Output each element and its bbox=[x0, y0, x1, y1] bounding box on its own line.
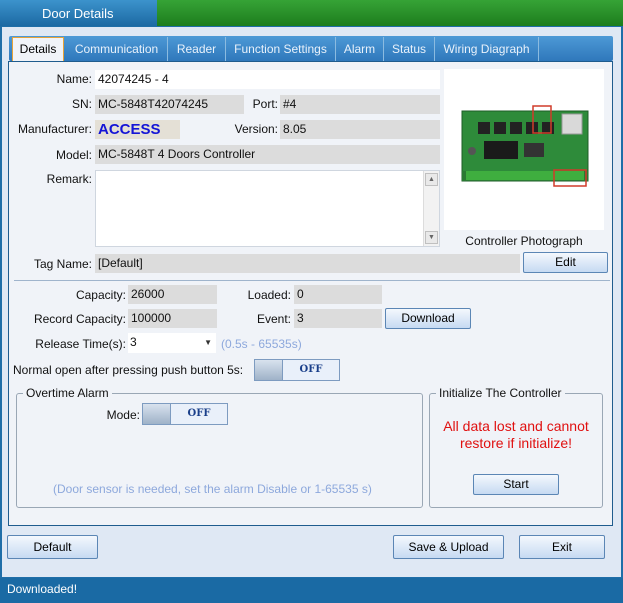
initialize-title: Initialize The Controller bbox=[436, 386, 565, 400]
record-capacity-label: Record Capacity: bbox=[33, 312, 126, 326]
port-label: Port: bbox=[252, 97, 278, 111]
sn-field: MC-5848T42074245 bbox=[95, 95, 244, 114]
version-label: Version: bbox=[234, 122, 278, 136]
loaded-field: 0 bbox=[294, 285, 382, 304]
chevron-down-icon: ▼ bbox=[204, 338, 212, 347]
normal-open-toggle[interactable]: OFF bbox=[254, 359, 340, 381]
controller-board-image bbox=[461, 105, 589, 187]
window-title: Door Details bbox=[0, 0, 157, 26]
default-button[interactable]: Default bbox=[7, 535, 98, 559]
name-field[interactable]: 42074245 - 4 bbox=[95, 70, 440, 89]
record-capacity-field: 100000 bbox=[128, 309, 217, 328]
overtime-mode-toggle[interactable]: OFF bbox=[142, 403, 228, 425]
scroll-up-icon[interactable]: ▲ bbox=[425, 173, 438, 186]
save-upload-button[interactable]: Save & Upload bbox=[393, 535, 504, 559]
download-button[interactable]: Download bbox=[385, 308, 471, 329]
tag-name-label: Tag Name: bbox=[33, 257, 92, 271]
model-label: Model: bbox=[55, 148, 92, 162]
capacity-field: 26000 bbox=[128, 285, 217, 304]
scroll-down-icon[interactable]: ▼ bbox=[425, 231, 438, 244]
release-time-value: 3 bbox=[130, 335, 137, 349]
initialize-warning-1: All data lost and cannot bbox=[443, 418, 589, 434]
tab-wiring-diagraph[interactable]: Wiring Diagraph bbox=[435, 37, 539, 61]
photo-caption: Controller Photograph bbox=[465, 234, 583, 248]
toggle-state: OFF bbox=[299, 364, 323, 375]
controller-photo bbox=[444, 69, 604, 230]
event-label: Event: bbox=[256, 312, 291, 326]
toggle-state: OFF bbox=[187, 408, 211, 419]
remark-scrollbar[interactable]: ▲ ▼ bbox=[423, 171, 439, 246]
event-field: 3 bbox=[294, 309, 382, 328]
tab-function-settings[interactable]: Function Settings bbox=[226, 37, 336, 61]
name-label: Name: bbox=[56, 72, 92, 86]
edit-button[interactable]: Edit bbox=[523, 252, 608, 273]
release-time-label: Release Time(s): bbox=[35, 337, 126, 351]
overtime-alarm-title: Overtime Alarm bbox=[23, 386, 112, 400]
tab-status[interactable]: Status bbox=[384, 37, 435, 61]
exit-button[interactable]: Exit bbox=[519, 535, 605, 559]
tab-alarm[interactable]: Alarm bbox=[336, 37, 384, 61]
tab-reader[interactable]: Reader bbox=[168, 37, 226, 61]
status-message: Downloaded! bbox=[7, 582, 78, 596]
remark-label: Remark: bbox=[46, 172, 92, 186]
loaded-label: Loaded: bbox=[247, 288, 291, 302]
overtime-hint: (Door sensor is needed, set the alarm Di… bbox=[53, 482, 372, 496]
toggle-knob bbox=[143, 404, 171, 424]
manufacturer-label: Manufacturer: bbox=[17, 122, 92, 136]
initialize-warning-2: restore if initialize! bbox=[459, 435, 573, 451]
normal-open-label: Normal open after pressing push button 5… bbox=[13, 363, 244, 377]
mode-label: Mode: bbox=[106, 408, 140, 422]
version-field: 8.05 bbox=[280, 120, 440, 139]
tag-name-field: [Default] bbox=[95, 254, 520, 273]
manufacturer-field: ACCESS bbox=[95, 120, 180, 139]
tab-details[interactable]: Details bbox=[12, 37, 64, 61]
model-field: MC-5848T 4 Doors Controller bbox=[95, 145, 440, 164]
toggle-knob bbox=[255, 360, 283, 380]
start-button[interactable]: Start bbox=[473, 474, 559, 495]
remark-textarea[interactable]: ▲ ▼ bbox=[95, 170, 440, 247]
port-field: #4 bbox=[280, 95, 440, 114]
release-time-hint: (0.5s - 65535s) bbox=[221, 337, 302, 351]
sn-label: SN: bbox=[71, 97, 92, 111]
remark-text bbox=[96, 171, 439, 175]
capacity-label: Capacity: bbox=[75, 288, 126, 302]
section-divider bbox=[14, 280, 610, 281]
release-time-select[interactable]: 3 ▼ bbox=[128, 333, 216, 353]
status-bar: Downloaded! bbox=[0, 578, 623, 603]
tab-communication[interactable]: Communication bbox=[66, 37, 168, 61]
